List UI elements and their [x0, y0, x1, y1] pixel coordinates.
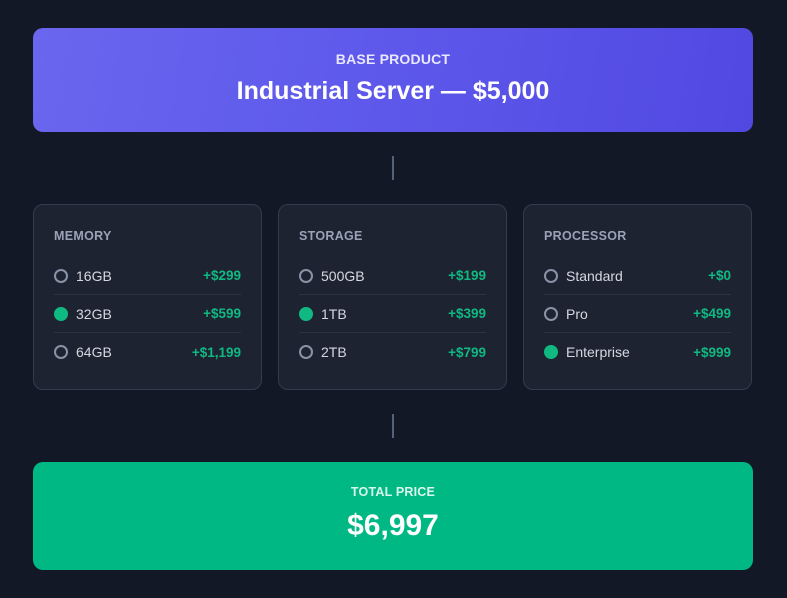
radio-icon[interactable] — [54, 268, 68, 283]
option-name: Pro — [566, 305, 588, 322]
memory-option-16gb[interactable]: 16GB +$299 — [54, 257, 241, 295]
processor-option-list: Standard +$0 Pro +$499 Enterprise +$999 — [544, 257, 731, 371]
option-name: Standard — [566, 267, 623, 284]
processor-option-pro[interactable]: Pro +$499 — [544, 295, 731, 333]
base-product-title: Industrial Server — $5,000 — [236, 76, 550, 105]
base-product-card: BASE PRODUCT Industrial Server — $5,000 — [33, 28, 753, 132]
total-price-label: TOTAL PRICE — [350, 485, 436, 499]
memory-option-32gb[interactable]: 32GB +$599 — [54, 295, 241, 333]
radio-icon[interactable] — [54, 345, 68, 359]
option-price: +$599 — [203, 306, 241, 321]
radio-icon[interactable] — [299, 268, 313, 283]
options-row: MEMORY 16GB +$299 32GB +$599 64GB +$1,19… — [33, 204, 753, 390]
option-price: +$799 — [448, 344, 486, 360]
option-name: 32GB — [76, 305, 112, 322]
option-name: 1TB — [321, 305, 347, 322]
connector-line-top — [392, 156, 394, 180]
option-price: +$299 — [203, 268, 241, 283]
storage-option-500gb[interactable]: 500GB +$199 — [299, 257, 486, 295]
storage-title: STORAGE — [299, 229, 363, 243]
storage-option-1tb[interactable]: 1TB +$399 — [299, 295, 486, 333]
option-price: +$999 — [693, 344, 731, 360]
radio-checked-icon[interactable] — [544, 345, 558, 359]
option-name: 2TB — [321, 344, 347, 360]
total-price-card: TOTAL PRICE $6,997 — [33, 462, 753, 570]
storage-option-list: 500GB +$199 1TB +$399 2TB +$799 — [299, 257, 486, 371]
option-price: +$399 — [448, 306, 486, 321]
processor-option-standard[interactable]: Standard +$0 — [544, 257, 731, 295]
radio-icon[interactable] — [544, 268, 558, 283]
option-name: 500GB — [321, 267, 365, 284]
radio-checked-icon[interactable] — [299, 306, 313, 321]
option-name: Enterprise — [566, 344, 630, 360]
storage-option-2tb[interactable]: 2TB +$799 — [299, 333, 486, 371]
option-price: +$499 — [693, 306, 731, 321]
option-price: +$1,199 — [191, 344, 241, 360]
option-name: 16GB — [76, 267, 112, 284]
memory-option-64gb[interactable]: 64GB +$1,199 — [54, 333, 241, 371]
radio-checked-icon[interactable] — [54, 306, 68, 321]
processor-option-card: PROCESSOR Standard +$0 Pro +$499 Enterpr… — [523, 204, 752, 390]
option-price: +$199 — [448, 268, 486, 283]
memory-title: MEMORY — [54, 229, 112, 243]
connector-line-bottom — [392, 414, 394, 438]
processor-title: PROCESSOR — [544, 229, 627, 243]
radio-icon[interactable] — [544, 306, 558, 321]
configurator-page: BASE PRODUCT Industrial Server — $5,000 … — [0, 0, 787, 598]
option-name: 64GB — [76, 344, 112, 360]
option-price: +$0 — [708, 268, 731, 283]
memory-option-card: MEMORY 16GB +$299 32GB +$599 64GB +$1,19… — [33, 204, 262, 390]
processor-option-enterprise[interactable]: Enterprise +$999 — [544, 333, 731, 371]
base-product-label: BASE PRODUCT — [335, 50, 451, 67]
memory-option-list: 16GB +$299 32GB +$599 64GB +$1,199 — [54, 257, 241, 371]
radio-icon[interactable] — [299, 345, 313, 359]
total-price-value: $6,997 — [347, 509, 439, 542]
storage-option-card: STORAGE 500GB +$199 1TB +$399 2TB +$799 — [278, 204, 507, 390]
